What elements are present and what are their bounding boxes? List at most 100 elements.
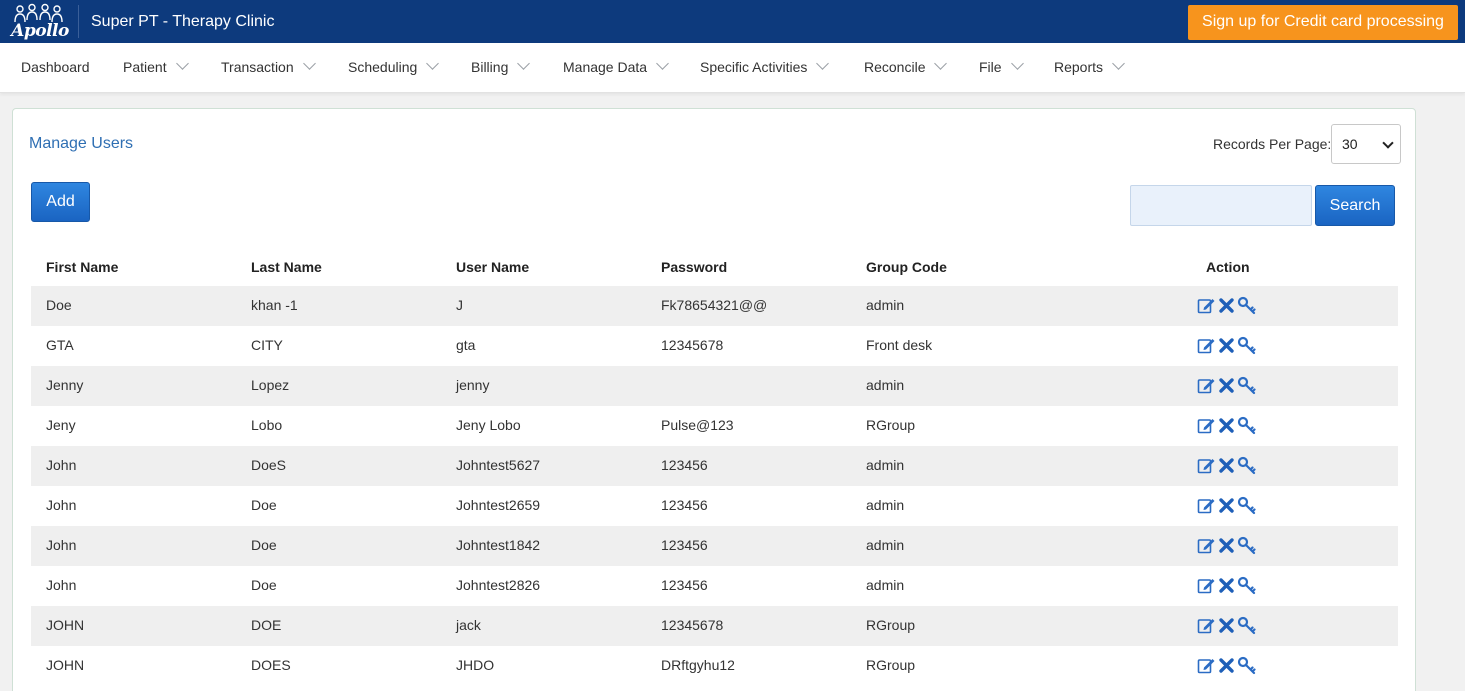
chevron-down-icon (656, 57, 669, 70)
cell-first-name: John (46, 537, 77, 553)
edit-icon[interactable] (1197, 296, 1216, 315)
cell-first-name: John (46, 497, 77, 513)
table-row: Jenny Lopez jenny admin (31, 366, 1398, 406)
cell-group-code: admin (866, 537, 905, 553)
cell-password: 123456 (661, 497, 708, 513)
edit-icon[interactable] (1197, 496, 1216, 515)
column-header-first-name[interactable]: First Name (46, 259, 118, 275)
cell-user-name: J (456, 297, 463, 313)
key-icon[interactable] (1237, 456, 1256, 475)
key-icon[interactable] (1237, 376, 1256, 395)
edit-icon[interactable] (1197, 336, 1216, 355)
nav-item-label: Billing (471, 59, 509, 75)
records-per-page-value: 30 (1342, 136, 1358, 152)
delete-icon[interactable] (1217, 336, 1236, 355)
nav-item-transaction[interactable]: Transaction (221, 57, 316, 75)
chevron-down-icon (934, 57, 948, 70)
cell-user-name: jack (456, 617, 481, 633)
cell-group-code: Front desk (866, 337, 933, 353)
signup-credit-card-button[interactable]: Sign up for Credit card processing (1188, 5, 1458, 40)
key-icon[interactable] (1237, 296, 1256, 315)
table-row: John DoeS Johntest5627 123456 admin (31, 446, 1398, 486)
table-row: GTA CITY gta 12345678 Front desk (31, 326, 1398, 366)
table-row: John Doe Johntest1842 123456 admin (31, 526, 1398, 566)
chevron-down-icon (816, 57, 830, 70)
logo-text: Apollo (11, 21, 69, 41)
edit-icon[interactable] (1197, 376, 1216, 395)
table-body: Doe khan -1 J Fk78654321@@ admin GTA CITY gta 12… (31, 286, 1398, 686)
key-icon[interactable] (1237, 576, 1256, 595)
key-icon[interactable] (1237, 616, 1256, 635)
delete-icon[interactable] (1217, 416, 1236, 435)
nav-item-label: Reconcile (864, 59, 926, 75)
nav-item-patient[interactable]: Patient (123, 57, 189, 75)
cell-password: Fk78654321@@ (661, 297, 768, 313)
key-icon[interactable] (1237, 656, 1256, 675)
search-input[interactable] (1130, 185, 1312, 226)
edit-icon[interactable] (1197, 576, 1216, 595)
cell-group-code: admin (866, 497, 905, 513)
nav-item-file[interactable]: File (979, 57, 1024, 75)
key-icon[interactable] (1237, 336, 1256, 355)
column-header-group-code[interactable]: Group Code (866, 259, 947, 275)
column-header-password[interactable]: Password (661, 259, 727, 275)
cell-last-name: Doe (251, 497, 277, 513)
table-row: John Doe Johntest2826 123456 admin (31, 566, 1398, 606)
add-user-button[interactable]: Add (31, 182, 90, 222)
delete-icon[interactable] (1217, 456, 1236, 475)
chevron-down-icon (1010, 57, 1024, 70)
chevron-down-icon (426, 57, 440, 70)
table-row: John Doe Johntest2659 123456 admin (31, 486, 1398, 526)
search-button[interactable]: Search (1315, 185, 1395, 226)
delete-icon[interactable] (1217, 296, 1236, 315)
cell-last-name: DoeS (251, 457, 287, 473)
nav-item-reconcile[interactable]: Reconcile (864, 57, 948, 75)
cell-group-code: admin (866, 457, 905, 473)
delete-icon[interactable] (1217, 496, 1236, 515)
main-nav: Dashboard Patient Transaction Scheduling… (0, 43, 1465, 93)
cell-last-name: CITY (251, 337, 283, 353)
delete-icon[interactable] (1217, 656, 1236, 675)
chevron-down-icon (1382, 137, 1394, 149)
delete-icon[interactable] (1217, 616, 1236, 635)
nav-item-scheduling[interactable]: Scheduling (348, 57, 440, 75)
table-row: JOHN DOES JHDO DRftgyhu12 RGroup (31, 646, 1398, 686)
edit-icon[interactable] (1197, 536, 1216, 555)
apollo-logo[interactable]: Apollo (10, 3, 69, 41)
delete-icon[interactable] (1217, 576, 1236, 595)
column-header-user-name[interactable]: User Name (456, 259, 529, 275)
cell-user-name: Johntest5627 (456, 457, 541, 473)
column-header-action: Action (1206, 259, 1250, 275)
nav-item-billing[interactable]: Billing (471, 57, 531, 75)
cell-password: Pulse@123 (661, 417, 734, 433)
delete-icon[interactable] (1217, 536, 1236, 555)
key-icon[interactable] (1237, 536, 1256, 555)
table-row: Doe khan -1 J Fk78654321@@ admin (31, 286, 1398, 326)
nav-item-reports[interactable]: Reports (1054, 57, 1125, 75)
edit-icon[interactable] (1197, 616, 1216, 635)
key-icon[interactable] (1237, 496, 1256, 515)
nav-item-label: Transaction (221, 59, 294, 75)
nav-item-dashboard[interactable]: Dashboard (21, 59, 90, 75)
cell-user-name: JHDO (456, 657, 495, 673)
edit-icon[interactable] (1197, 456, 1216, 475)
edit-icon[interactable] (1197, 416, 1216, 435)
key-icon[interactable] (1237, 416, 1256, 435)
column-header-last-name[interactable]: Last Name (251, 259, 322, 275)
nav-item-specific-activities[interactable]: Specific Activities (700, 57, 830, 75)
nav-item-label: Patient (123, 59, 167, 75)
cell-last-name: DOE (251, 617, 282, 633)
cell-user-name: Jeny Lobo (456, 417, 521, 433)
table-row: JOHN DOE jack 12345678 RGroup (31, 606, 1398, 646)
nav-item-label: File (979, 59, 1002, 75)
cell-last-name: DOES (251, 657, 291, 673)
nav-item-label: Scheduling (348, 59, 418, 75)
chevron-down-icon (302, 57, 316, 70)
cell-user-name: Johntest2659 (456, 497, 541, 513)
cell-first-name: JOHN (46, 657, 85, 673)
nav-item-manage-data[interactable]: Manage Data (563, 57, 669, 75)
edit-icon[interactable] (1197, 656, 1216, 675)
records-per-page-select[interactable]: 30 (1331, 124, 1401, 164)
nav-item-label: Dashboard (21, 59, 90, 75)
delete-icon[interactable] (1217, 376, 1236, 395)
